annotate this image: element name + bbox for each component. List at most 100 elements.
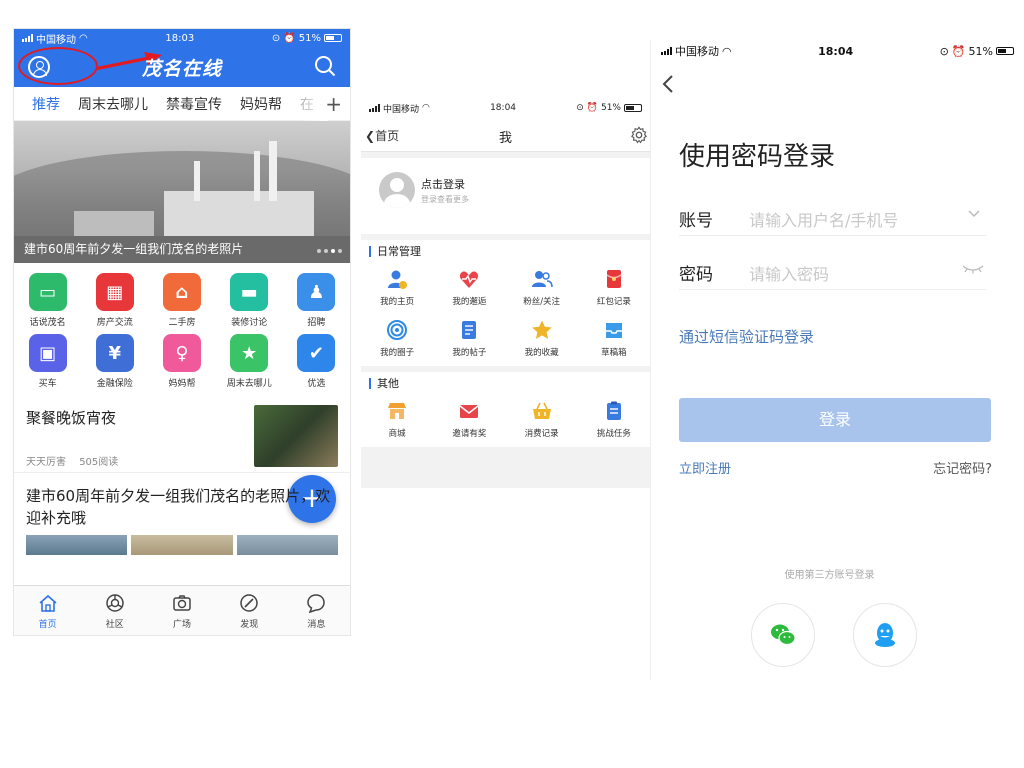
tab-recommend[interactable]: 推荐 bbox=[32, 94, 60, 114]
menu-item[interactable]: 邀请有奖 bbox=[433, 400, 505, 439]
menu-item[interactable]: 我的邂逅 bbox=[433, 268, 505, 307]
tab-message[interactable]: 消息 bbox=[283, 586, 350, 635]
wifi-icon: ◠ bbox=[422, 103, 430, 113]
battery-percent: 51% bbox=[600, 103, 621, 113]
status-bar: 中国移动 ◠ 18:04 ⊙ ⏰ 51% bbox=[651, 40, 1024, 62]
category-item[interactable]: ♟ 招聘 bbox=[283, 273, 350, 328]
add-channel-icon[interactable]: + bbox=[325, 92, 342, 116]
account-input[interactable]: 请输入用户名/手机号 bbox=[749, 207, 898, 231]
tab-community[interactable]: 社区 bbox=[81, 586, 148, 635]
menu-item[interactable]: 我的主页 bbox=[361, 268, 433, 307]
category-item[interactable]: ★ 周末去哪儿 bbox=[216, 334, 283, 389]
search-icon[interactable] bbox=[314, 55, 336, 77]
menu-item[interactable]: 消费记录 bbox=[506, 400, 578, 439]
password-input[interactable]: 请输入密码 bbox=[749, 261, 829, 285]
category-grid: ▭ 话说茂名 ▦ 房产交流 ⌂ 二手房 ▬ 装修讨论 ♟ 招聘 ▣ 买车 ¥ 金融保险 ♀ 妈妈帮 ★ 周末去哪儿… bbox=[14, 263, 350, 389]
menu-item-label: 商城 bbox=[388, 429, 406, 439]
eye-closed-icon[interactable] bbox=[962, 264, 984, 274]
signal-icon bbox=[369, 104, 380, 112]
signal-icon bbox=[22, 34, 33, 42]
daily-management-section: 日常管理 我的主页 我的邂逅 粉丝/关注 红包记录我的圈子 我的帖子 我的收藏 草稿箱 bbox=[361, 240, 650, 366]
status-bar: 中国移动 ◠ 18:04 ⊙ ⏰ 51% bbox=[361, 98, 650, 118]
register-link[interactable]: 立即注册 bbox=[679, 458, 731, 477]
house-icon: ⌂ bbox=[162, 273, 201, 311]
sms-login-link[interactable]: 通过短信验证码登录 bbox=[679, 326, 814, 347]
tabs-fade bbox=[298, 87, 328, 121]
avatar bbox=[379, 172, 415, 208]
login-card[interactable]: 点击登录 登录查看更多 bbox=[361, 158, 650, 234]
chevron-left-icon[interactable] bbox=[661, 74, 675, 94]
menu-item[interactable]: 我的圈子 bbox=[361, 319, 433, 358]
menu-item-label: 我的收藏 bbox=[524, 348, 559, 358]
article-item[interactable]: 建市60周年前夕发一组我们茂名的老照片，欢迎补充哦 bbox=[14, 473, 350, 529]
car-icon: ▣ bbox=[28, 334, 67, 372]
category-label: 招聘 bbox=[307, 318, 326, 328]
channel-tabs: 推荐 周末去哪儿 禁毒宣传 妈妈帮 在 + bbox=[14, 87, 350, 121]
wechat-login-button[interactable] bbox=[751, 603, 815, 667]
users-icon bbox=[531, 271, 553, 288]
menu-item-label: 挑战任务 bbox=[596, 429, 631, 439]
category-item[interactable]: ✔ 优选 bbox=[283, 334, 350, 389]
tab-camera[interactable]: 广场 bbox=[148, 586, 215, 635]
basket-icon bbox=[532, 402, 551, 419]
status-time: 18:04 bbox=[818, 44, 854, 58]
category-label: 话说茂名 bbox=[29, 318, 66, 328]
section-title: 日常管理 bbox=[361, 240, 650, 262]
category-label: 装修讨论 bbox=[231, 318, 268, 328]
star-face-icon: ★ bbox=[230, 334, 269, 372]
wifi-icon: ◠ bbox=[722, 44, 732, 58]
article-item[interactable]: 聚餐晚饭宵夜 天天厉害 505阅读 bbox=[14, 395, 350, 473]
yuan-shield-icon: ¥ bbox=[95, 334, 134, 372]
menu-item[interactable]: 草稿箱 bbox=[578, 319, 650, 358]
battery-icon bbox=[624, 104, 642, 112]
top-nav: 茂名在线 bbox=[14, 47, 350, 87]
tab-moms[interactable]: 妈妈帮 bbox=[240, 94, 282, 114]
thumbs-up-icon: ✔ bbox=[297, 334, 336, 372]
battery-icon bbox=[996, 47, 1014, 55]
target-icon bbox=[387, 320, 408, 340]
category-item[interactable]: ¥ 金融保险 bbox=[81, 334, 148, 389]
mother-child-icon: ♀ bbox=[162, 334, 201, 372]
category-item[interactable]: ⌂ 二手房 bbox=[148, 273, 215, 328]
forgot-password-link[interactable]: 忘记密码? bbox=[933, 458, 992, 477]
tab-home[interactable]: 首页 bbox=[14, 586, 81, 635]
banner-carousel[interactable]: 建市60周年前夕发一组我们茂名的老照片 bbox=[14, 121, 350, 263]
menu-item[interactable]: 商城 bbox=[361, 400, 433, 439]
category-label: 金融保险 bbox=[96, 379, 133, 389]
alarm-icon: ⏰ bbox=[586, 103, 598, 113]
banner-chimney bbox=[269, 141, 277, 201]
envelope-icon bbox=[459, 405, 479, 418]
menu-item[interactable]: 红包记录 bbox=[578, 268, 650, 307]
lock-rotation-icon: ⊙ bbox=[271, 32, 281, 44]
password-field[interactable]: 密码 请输入密码 bbox=[679, 248, 986, 290]
category-item[interactable]: ♀ 妈妈帮 bbox=[148, 334, 215, 389]
message-icon bbox=[307, 593, 326, 613]
gear-icon[interactable] bbox=[630, 126, 648, 144]
category-item[interactable]: ▭ 话说茂名 bbox=[14, 273, 81, 328]
category-item[interactable]: ▦ 房产交流 bbox=[81, 273, 148, 328]
battery-icon bbox=[323, 34, 342, 42]
article-title: 建市60周年前夕发一组我们茂名的老照片，欢迎补充哦 bbox=[26, 487, 331, 527]
login-prompt: 点击登录 bbox=[421, 178, 465, 191]
lock-rotation-icon: ⊙ bbox=[939, 44, 949, 58]
wechat-icon bbox=[771, 624, 796, 646]
menu-item[interactable]: 我的帖子 bbox=[433, 319, 505, 358]
tab-weekend[interactable]: 周末去哪儿 bbox=[78, 94, 148, 114]
star-icon bbox=[531, 320, 552, 339]
login-button[interactable]: 登录 bbox=[679, 398, 991, 442]
menu-item[interactable]: 粉丝/关注 bbox=[506, 268, 578, 307]
tab-anti-drug[interactable]: 禁毒宣传 bbox=[166, 94, 222, 114]
lock-rotation-icon: ⊙ bbox=[576, 103, 584, 113]
category-item[interactable]: ▣ 买车 bbox=[14, 334, 81, 389]
menu-item[interactable]: 挑战任务 bbox=[578, 400, 650, 439]
chevron-down-icon[interactable] bbox=[968, 208, 980, 220]
user-home-icon bbox=[388, 270, 408, 289]
tab-compass[interactable]: 发现 bbox=[216, 586, 283, 635]
menu-item[interactable]: 我的收藏 bbox=[506, 319, 578, 358]
category-item[interactable]: ▬ 装修讨论 bbox=[216, 273, 283, 328]
category-label: 买车 bbox=[38, 379, 57, 389]
article-source: 天天厉害 bbox=[26, 457, 66, 468]
account-field[interactable]: 账号 请输入用户名/手机号 bbox=[679, 194, 986, 236]
qq-login-button[interactable] bbox=[853, 603, 917, 667]
top-nav: ❮首页 我 bbox=[361, 118, 650, 152]
